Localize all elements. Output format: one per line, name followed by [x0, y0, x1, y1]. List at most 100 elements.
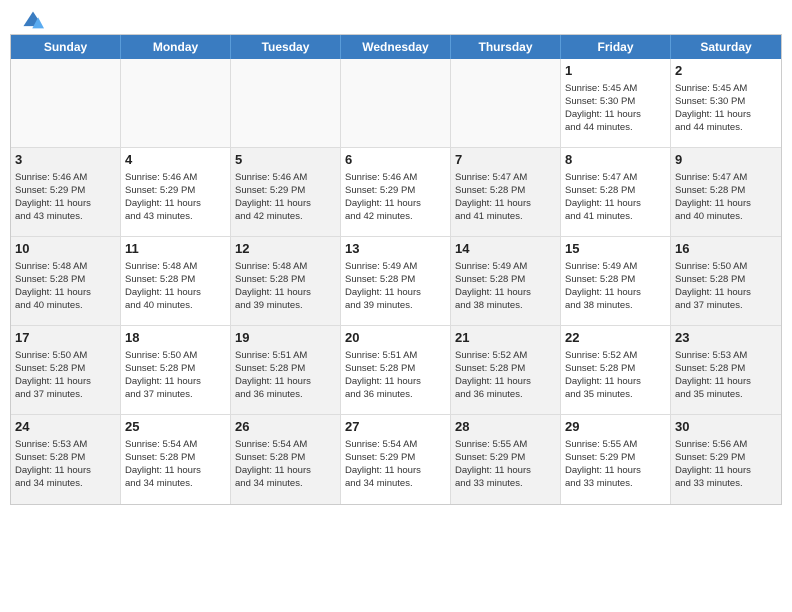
day-info: Sunrise: 5:47 AM Sunset: 5:28 PM Dayligh… — [565, 171, 666, 224]
calendar-cell — [341, 59, 451, 147]
day-info: Sunrise: 5:49 AM Sunset: 5:28 PM Dayligh… — [565, 260, 666, 313]
calendar-week: 1 Sunrise: 5:45 AM Sunset: 5:30 PM Daylig… — [11, 59, 781, 148]
calendar-header: SundayMondayTuesdayWednesdayThursdayFrid… — [11, 35, 781, 59]
weekday-header: Monday — [121, 35, 231, 59]
day-number: 12 — [235, 240, 336, 258]
day-info: Sunrise: 5:51 AM Sunset: 5:28 PM Dayligh… — [235, 349, 336, 402]
day-info: Sunrise: 5:50 AM Sunset: 5:28 PM Dayligh… — [125, 349, 226, 402]
day-info: Sunrise: 5:46 AM Sunset: 5:29 PM Dayligh… — [125, 171, 226, 224]
calendar-cell: 28 Sunrise: 5:55 AM Sunset: 5:29 PM Dayli… — [451, 415, 561, 504]
calendar-cell: 25 Sunrise: 5:54 AM Sunset: 5:28 PM Dayli… — [121, 415, 231, 504]
day-info: Sunrise: 5:53 AM Sunset: 5:28 PM Dayligh… — [15, 438, 116, 491]
day-info: Sunrise: 5:54 AM Sunset: 5:28 PM Dayligh… — [235, 438, 336, 491]
weekday-header: Saturday — [671, 35, 781, 59]
day-number: 28 — [455, 418, 556, 436]
day-number: 22 — [565, 329, 666, 347]
day-info: Sunrise: 5:49 AM Sunset: 5:28 PM Dayligh… — [455, 260, 556, 313]
day-info: Sunrise: 5:47 AM Sunset: 5:28 PM Dayligh… — [675, 171, 777, 224]
calendar-week: 3 Sunrise: 5:46 AM Sunset: 5:29 PM Daylig… — [11, 148, 781, 237]
calendar-cell: 10 Sunrise: 5:48 AM Sunset: 5:28 PM Dayli… — [11, 237, 121, 325]
calendar-cell: 3 Sunrise: 5:46 AM Sunset: 5:29 PM Daylig… — [11, 148, 121, 236]
day-number: 3 — [15, 151, 116, 169]
day-number: 8 — [565, 151, 666, 169]
calendar-cell: 30 Sunrise: 5:56 AM Sunset: 5:29 PM Dayli… — [671, 415, 781, 504]
calendar-cell: 2Sunrise: 5:45 AM Sunset: 5:30 PM Daylig… — [671, 59, 781, 147]
day-number: 10 — [15, 240, 116, 258]
day-number: 4 — [125, 151, 226, 169]
day-number: 7 — [455, 151, 556, 169]
calendar-cell — [121, 59, 231, 147]
day-number: 9 — [675, 151, 777, 169]
calendar: SundayMondayTuesdayWednesdayThursdayFrid… — [10, 34, 782, 505]
day-info: Sunrise: 5:48 AM Sunset: 5:28 PM Dayligh… — [15, 260, 116, 313]
day-info: Sunrise: 5:45 AM Sunset: 5:30 PM Dayligh… — [675, 82, 777, 135]
day-number: 17 — [15, 329, 116, 347]
day-info: Sunrise: 5:52 AM Sunset: 5:28 PM Dayligh… — [565, 349, 666, 402]
day-number: 21 — [455, 329, 556, 347]
day-info: Sunrise: 5:45 AM Sunset: 5:30 PM Dayligh… — [565, 82, 666, 135]
day-info: Sunrise: 5:51 AM Sunset: 5:28 PM Dayligh… — [345, 349, 446, 402]
day-number: 15 — [565, 240, 666, 258]
calendar-week: 17 Sunrise: 5:50 AM Sunset: 5:28 PM Dayli… — [11, 326, 781, 415]
day-info: Sunrise: 5:53 AM Sunset: 5:28 PM Dayligh… — [675, 349, 777, 402]
day-number: 1 — [565, 62, 666, 80]
calendar-cell: 6Sunrise: 5:46 AM Sunset: 5:29 PM Daylig… — [341, 148, 451, 236]
day-number: 13 — [345, 240, 446, 258]
day-number: 25 — [125, 418, 226, 436]
day-info: Sunrise: 5:54 AM Sunset: 5:28 PM Dayligh… — [125, 438, 226, 491]
day-info: Sunrise: 5:46 AM Sunset: 5:29 PM Dayligh… — [15, 171, 116, 224]
day-info: Sunrise: 5:52 AM Sunset: 5:28 PM Dayligh… — [455, 349, 556, 402]
weekday-header: Friday — [561, 35, 671, 59]
calendar-cell — [11, 59, 121, 147]
logo-icon — [22, 10, 44, 32]
day-number: 20 — [345, 329, 446, 347]
day-number: 27 — [345, 418, 446, 436]
day-info: Sunrise: 5:50 AM Sunset: 5:28 PM Dayligh… — [675, 260, 777, 313]
calendar-cell — [231, 59, 341, 147]
day-info: Sunrise: 5:49 AM Sunset: 5:28 PM Dayligh… — [345, 260, 446, 313]
logo — [20, 10, 44, 28]
day-number: 29 — [565, 418, 666, 436]
calendar-cell: 12 Sunrise: 5:48 AM Sunset: 5:28 PM Dayli… — [231, 237, 341, 325]
day-info: Sunrise: 5:55 AM Sunset: 5:29 PM Dayligh… — [565, 438, 666, 491]
calendar-cell: 15 Sunrise: 5:49 AM Sunset: 5:28 PM Dayli… — [561, 237, 671, 325]
day-info: Sunrise: 5:48 AM Sunset: 5:28 PM Dayligh… — [125, 260, 226, 313]
day-info: Sunrise: 5:46 AM Sunset: 5:29 PM Dayligh… — [235, 171, 336, 224]
calendar-cell: 24 Sunrise: 5:53 AM Sunset: 5:28 PM Dayli… — [11, 415, 121, 504]
day-number: 24 — [15, 418, 116, 436]
calendar-cell: 5 Sunrise: 5:46 AM Sunset: 5:29 PM Daylig… — [231, 148, 341, 236]
day-number: 11 — [125, 240, 226, 258]
day-info: Sunrise: 5:47 AM Sunset: 5:28 PM Dayligh… — [455, 171, 556, 224]
calendar-cell: 16 Sunrise: 5:50 AM Sunset: 5:28 PM Dayli… — [671, 237, 781, 325]
day-info: Sunrise: 5:55 AM Sunset: 5:29 PM Dayligh… — [455, 438, 556, 491]
day-number: 16 — [675, 240, 777, 258]
day-number: 5 — [235, 151, 336, 169]
calendar-cell — [451, 59, 561, 147]
calendar-cell: 1 Sunrise: 5:45 AM Sunset: 5:30 PM Daylig… — [561, 59, 671, 147]
calendar-cell: 9 Sunrise: 5:47 AM Sunset: 5:28 PM Daylig… — [671, 148, 781, 236]
calendar-cell: 23 Sunrise: 5:53 AM Sunset: 5:28 PM Dayli… — [671, 326, 781, 414]
day-info: Sunrise: 5:56 AM Sunset: 5:29 PM Dayligh… — [675, 438, 777, 491]
calendar-cell: 17 Sunrise: 5:50 AM Sunset: 5:28 PM Dayli… — [11, 326, 121, 414]
day-number: 23 — [675, 329, 777, 347]
weekday-header: Tuesday — [231, 35, 341, 59]
calendar-week: 24 Sunrise: 5:53 AM Sunset: 5:28 PM Dayli… — [11, 415, 781, 504]
day-number: 26 — [235, 418, 336, 436]
calendar-week: 10 Sunrise: 5:48 AM Sunset: 5:28 PM Dayli… — [11, 237, 781, 326]
weekday-header: Sunday — [11, 35, 121, 59]
calendar-cell: 4 Sunrise: 5:46 AM Sunset: 5:29 PM Daylig… — [121, 148, 231, 236]
calendar-cell: 20 Sunrise: 5:51 AM Sunset: 5:28 PM Dayli… — [341, 326, 451, 414]
calendar-cell: 14Sunrise: 5:49 AM Sunset: 5:28 PM Dayli… — [451, 237, 561, 325]
weekday-header: Thursday — [451, 35, 561, 59]
weekday-header: Wednesday — [341, 35, 451, 59]
calendar-cell: 18Sunrise: 5:50 AM Sunset: 5:28 PM Dayli… — [121, 326, 231, 414]
day-number: 6 — [345, 151, 446, 169]
calendar-cell: 19Sunrise: 5:51 AM Sunset: 5:28 PM Dayli… — [231, 326, 341, 414]
day-info: Sunrise: 5:54 AM Sunset: 5:29 PM Dayligh… — [345, 438, 446, 491]
day-number: 30 — [675, 418, 777, 436]
day-info: Sunrise: 5:50 AM Sunset: 5:28 PM Dayligh… — [15, 349, 116, 402]
calendar-cell: 29 Sunrise: 5:55 AM Sunset: 5:29 PM Dayli… — [561, 415, 671, 504]
calendar-body: 1 Sunrise: 5:45 AM Sunset: 5:30 PM Daylig… — [11, 59, 781, 504]
day-info: Sunrise: 5:48 AM Sunset: 5:28 PM Dayligh… — [235, 260, 336, 313]
page-header — [0, 0, 792, 30]
